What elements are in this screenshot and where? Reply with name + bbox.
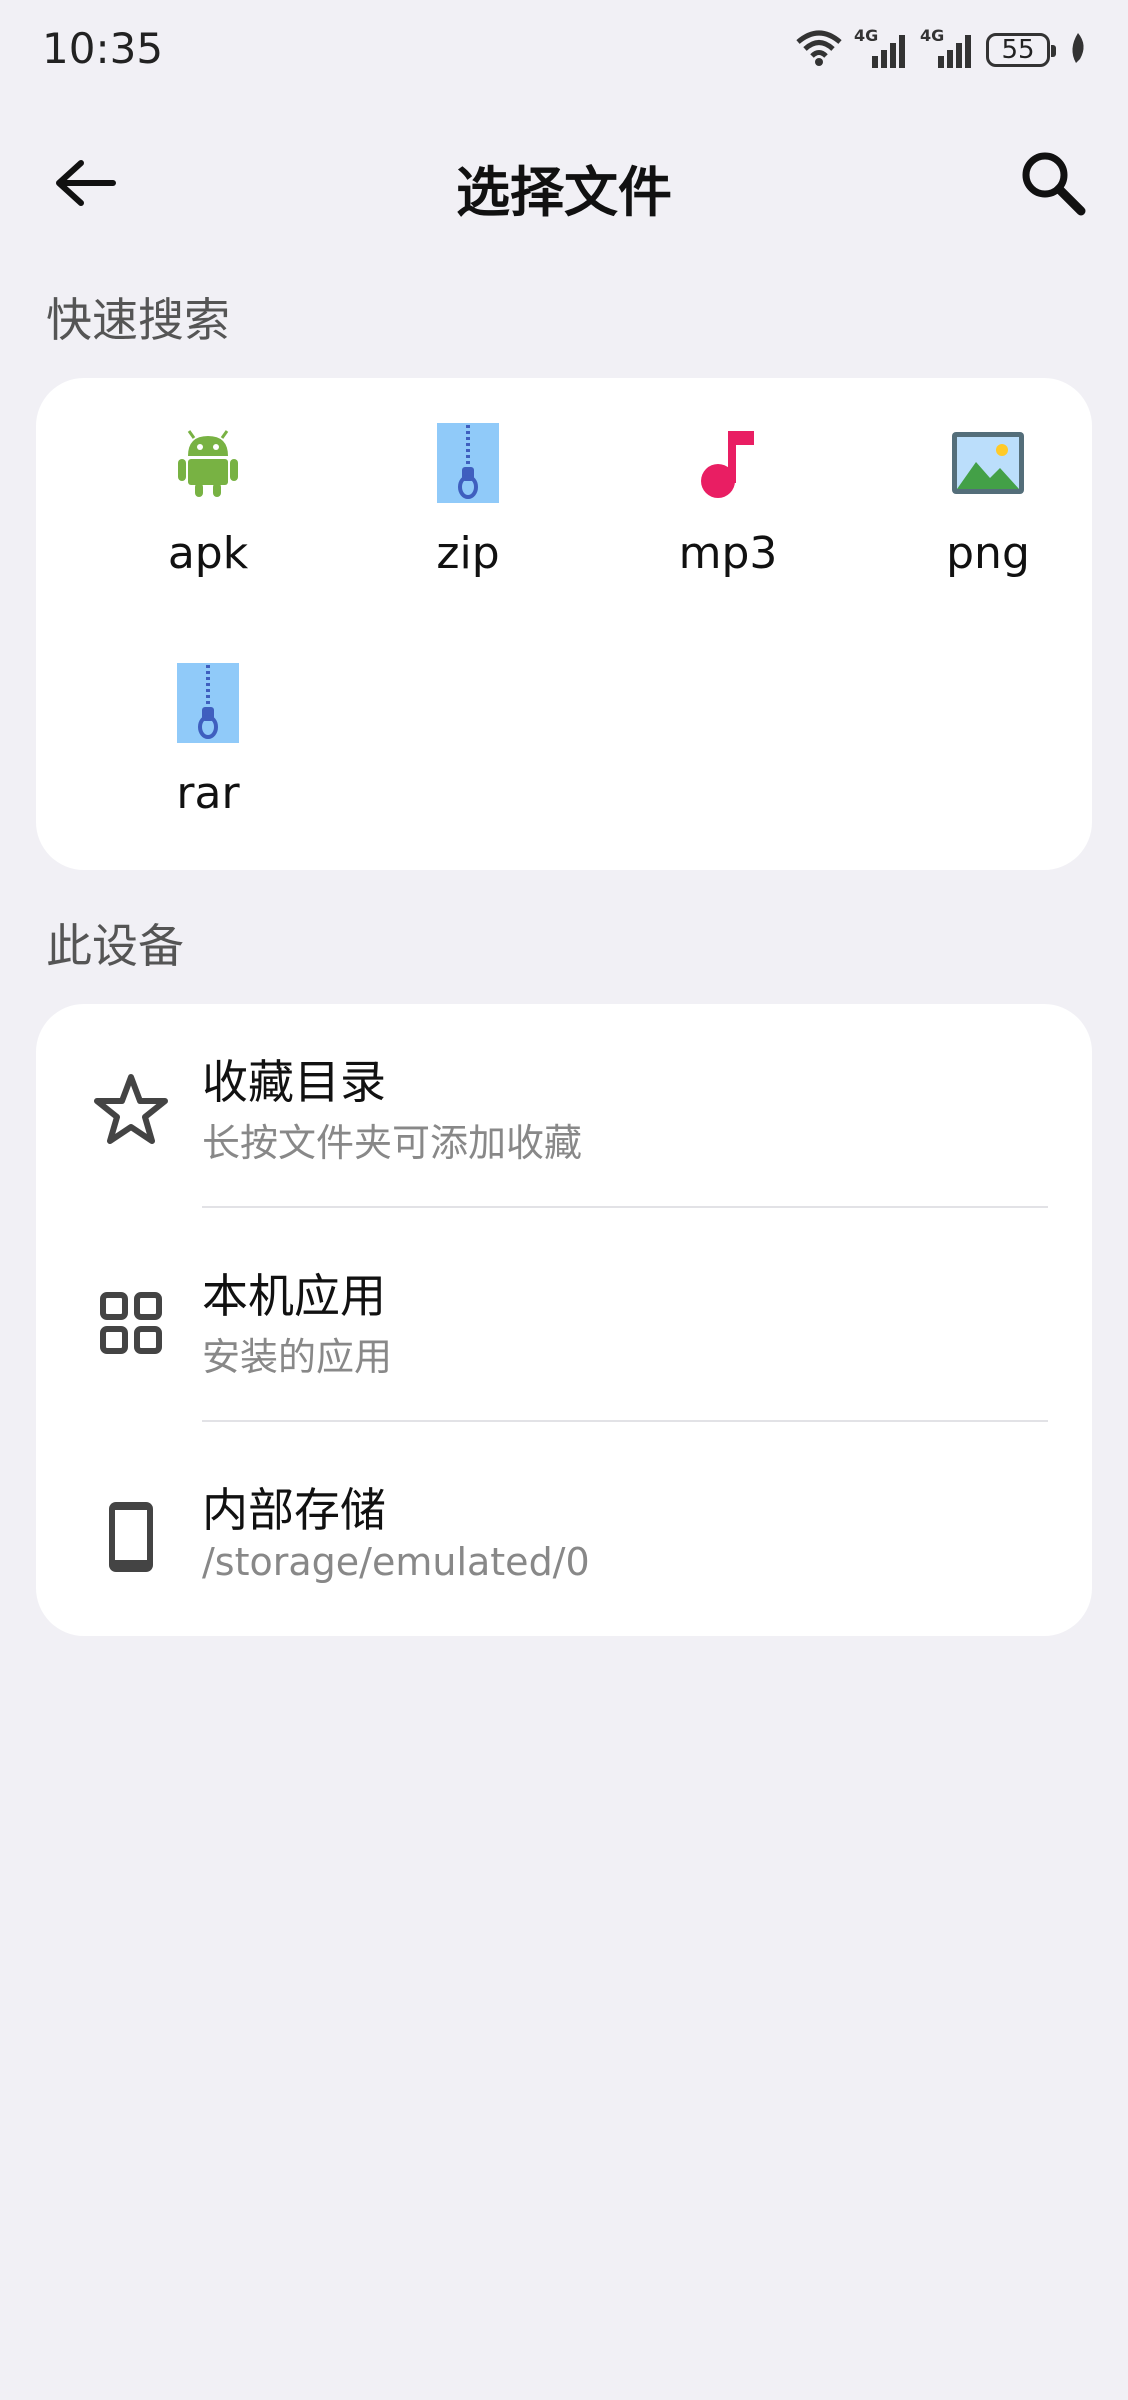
quick-search-card: apk zip mp3 png rar [36,378,1092,870]
search-button[interactable] [1008,140,1098,230]
quick-search-zip[interactable]: zip [358,378,578,579]
star-icon [76,1054,186,1164]
quick-search-mp3[interactable]: mp3 [618,378,838,579]
page-title: 选择文件 [456,161,672,224]
list-item-title: 内部存储 [202,1483,386,1537]
device-card: 收藏目录 长按文件夹可添加收藏 本机应用 安装的应用 内部存储 /storage… [36,1004,1092,1636]
zip-archive-icon [428,423,508,503]
list-item-subtitle: 安装的应用 [202,1335,393,1379]
rar-archive-icon [168,663,248,743]
quick-search-label: apk [167,528,249,579]
top-app-bar: 选择文件 [0,120,1128,250]
section-label-quick-search: 快速搜索 [46,293,230,347]
quick-search-png[interactable]: png [878,378,1098,579]
quick-search-label: rar [176,768,240,819]
phone-icon [76,1482,186,1592]
divider [202,1420,1048,1422]
apps-grid-icon [76,1268,186,1378]
signal-icon-1: 4G [854,26,910,70]
search-icon [1019,149,1087,221]
battery-level: 55 [1001,35,1035,65]
status-bar: 10:35 4G 4G 55 [0,0,1128,100]
list-item-internal-storage[interactable]: 内部存储 /storage/emulated/0 [36,1432,1092,1644]
list-item-favorites[interactable]: 收藏目录 长按文件夹可添加收藏 [36,1004,1092,1216]
image-icon [948,423,1028,503]
quick-search-label: png [946,528,1030,579]
signal-icon-2: 4G [920,26,976,70]
music-note-icon [688,423,768,503]
list-item-subtitle: 长按文件夹可添加收藏 [202,1121,583,1165]
list-item-installed-apps[interactable]: 本机应用 安装的应用 [36,1218,1092,1430]
android-icon [168,423,248,503]
list-item-title: 收藏目录 [202,1055,386,1109]
divider [202,1206,1048,1208]
quick-search-label: zip [436,528,500,579]
quick-search-rar[interactable]: rar [98,618,318,819]
quick-search-apk[interactable]: apk [98,378,318,579]
status-icons: 4G 4G 55 [794,26,1088,74]
wifi-icon [794,28,844,72]
status-time: 10:35 [42,24,164,73]
list-item-subtitle: /storage/emulated/0 [202,1540,590,1584]
section-label-device: 此设备 [46,919,184,973]
battery-icon: 55 [986,33,1056,67]
leaf-icon [1068,31,1088,69]
list-item-title: 本机应用 [202,1269,386,1323]
quick-search-label: mp3 [678,528,778,579]
